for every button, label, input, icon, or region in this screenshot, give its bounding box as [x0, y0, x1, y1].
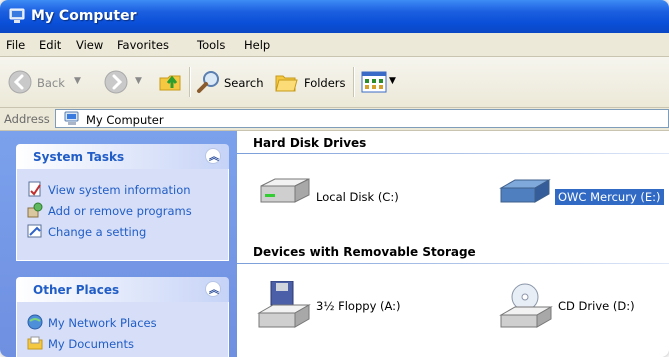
toolbar-separator	[189, 67, 190, 97]
group-divider	[237, 153, 669, 154]
explorer-window: My Computer File Edit View Favorites Too…	[0, 0, 669, 357]
folders-label: Folders	[304, 76, 346, 90]
toolbar: Back ▼ ▼ Search Folders ▼	[0, 57, 669, 108]
drive-label: CD Drive (D:)	[558, 299, 635, 313]
other-places-panel: Other Places ︽ My Network Places My Docu…	[16, 277, 229, 357]
folders-button[interactable]: Folders	[273, 57, 347, 107]
menu-edit[interactable]: Edit	[39, 38, 61, 52]
task-label: Add or remove programs	[48, 204, 192, 218]
group-divider	[237, 263, 669, 264]
address-bar: Address My Computer	[0, 108, 669, 131]
chevron-up-icon: ︽	[209, 285, 219, 296]
add-remove-programs-icon	[27, 202, 43, 218]
forward-button[interactable]: ▼	[104, 57, 148, 107]
forward-arrow-icon	[104, 70, 128, 94]
window-title: My Computer	[31, 8, 137, 24]
task-label: View system information	[48, 183, 191, 197]
up-folder-icon	[159, 75, 181, 91]
control-panel-icon	[27, 224, 42, 238]
back-button[interactable]: Back ▼	[8, 57, 104, 107]
up-folder-button[interactable]	[158, 57, 186, 107]
back-dropdown-icon[interactable]: ▼	[74, 76, 81, 86]
group-title-hard-disk-drives: Hard Disk Drives	[253, 136, 367, 150]
views-dropdown-icon[interactable]: ▼	[389, 76, 396, 86]
drive-floppy-a[interactable]: 3½ Floppy (A:)	[255, 281, 415, 328]
hard-drive-icon	[260, 178, 310, 203]
place-label: My Documents	[48, 337, 134, 351]
other-places-body: My Network Places My Documents	[16, 302, 229, 357]
drive-cd-d[interactable]: CD Drive (D:)	[497, 281, 657, 328]
my-computer-icon	[9, 8, 25, 23]
my-computer-icon	[64, 111, 79, 125]
forward-dropdown-icon[interactable]: ▼	[135, 76, 142, 86]
collapse-system-tasks-button[interactable]: ︽	[205, 148, 221, 164]
network-places-icon	[27, 314, 43, 330]
floppy-drive-icon	[257, 281, 311, 328]
title-bar[interactable]: My Computer	[0, 0, 669, 33]
drive-owc-mercury-e[interactable]: OWC Mercury (E:)	[497, 176, 667, 216]
search-icon	[197, 71, 219, 93]
menu-view[interactable]: View	[76, 38, 103, 52]
system-info-icon	[28, 181, 41, 197]
drive-label: OWC Mercury (E:)	[555, 189, 664, 205]
address-value: My Computer	[86, 113, 164, 127]
place-label: My Network Places	[48, 316, 157, 330]
views-icon	[361, 71, 387, 93]
back-label: Back	[37, 76, 65, 90]
system-tasks-title: System Tasks	[33, 150, 125, 164]
views-button[interactable]: ▼	[361, 57, 399, 107]
task-label: Change a setting	[48, 225, 147, 239]
collapse-other-places-button[interactable]: ︽	[205, 281, 221, 297]
other-places-header[interactable]: Other Places ︽	[16, 277, 229, 302]
address-input[interactable]: My Computer	[55, 109, 669, 128]
my-documents-icon	[27, 336, 43, 350]
group-title-removable-storage: Devices with Removable Storage	[253, 245, 476, 259]
back-arrow-icon	[8, 70, 32, 94]
menu-tools[interactable]: Tools	[197, 38, 225, 52]
menu-bar: File Edit View Favorites Tools Help	[0, 33, 669, 57]
toolbar-separator	[353, 67, 354, 97]
drive-label: Local Disk (C:)	[316, 190, 399, 204]
system-tasks-body: View system information Add or remove pr…	[16, 169, 229, 261]
menu-favorites[interactable]: Favorites	[117, 38, 169, 52]
chevron-up-icon: ︽	[209, 152, 219, 163]
task-pane: System Tasks ︽ View system information A…	[0, 131, 237, 357]
cd-drive-icon	[499, 283, 553, 328]
search-label: Search	[224, 76, 264, 90]
folders-icon	[275, 75, 298, 92]
menu-file[interactable]: File	[6, 38, 25, 52]
address-label: Address	[4, 112, 50, 126]
menu-help[interactable]: Help	[244, 38, 270, 52]
other-places-title: Other Places	[33, 283, 120, 297]
search-button[interactable]: Search	[196, 57, 266, 107]
drive-local-disk-c[interactable]: Local Disk (C:)	[255, 176, 415, 216]
external-drive-icon	[499, 179, 551, 203]
system-tasks-header[interactable]: System Tasks ︽	[16, 144, 229, 169]
content-area: Hard Disk Drives Local Disk (C:) OWC Mer…	[237, 131, 669, 357]
drive-label: 3½ Floppy (A:)	[316, 299, 401, 313]
system-tasks-panel: System Tasks ︽ View system information A…	[16, 144, 229, 261]
